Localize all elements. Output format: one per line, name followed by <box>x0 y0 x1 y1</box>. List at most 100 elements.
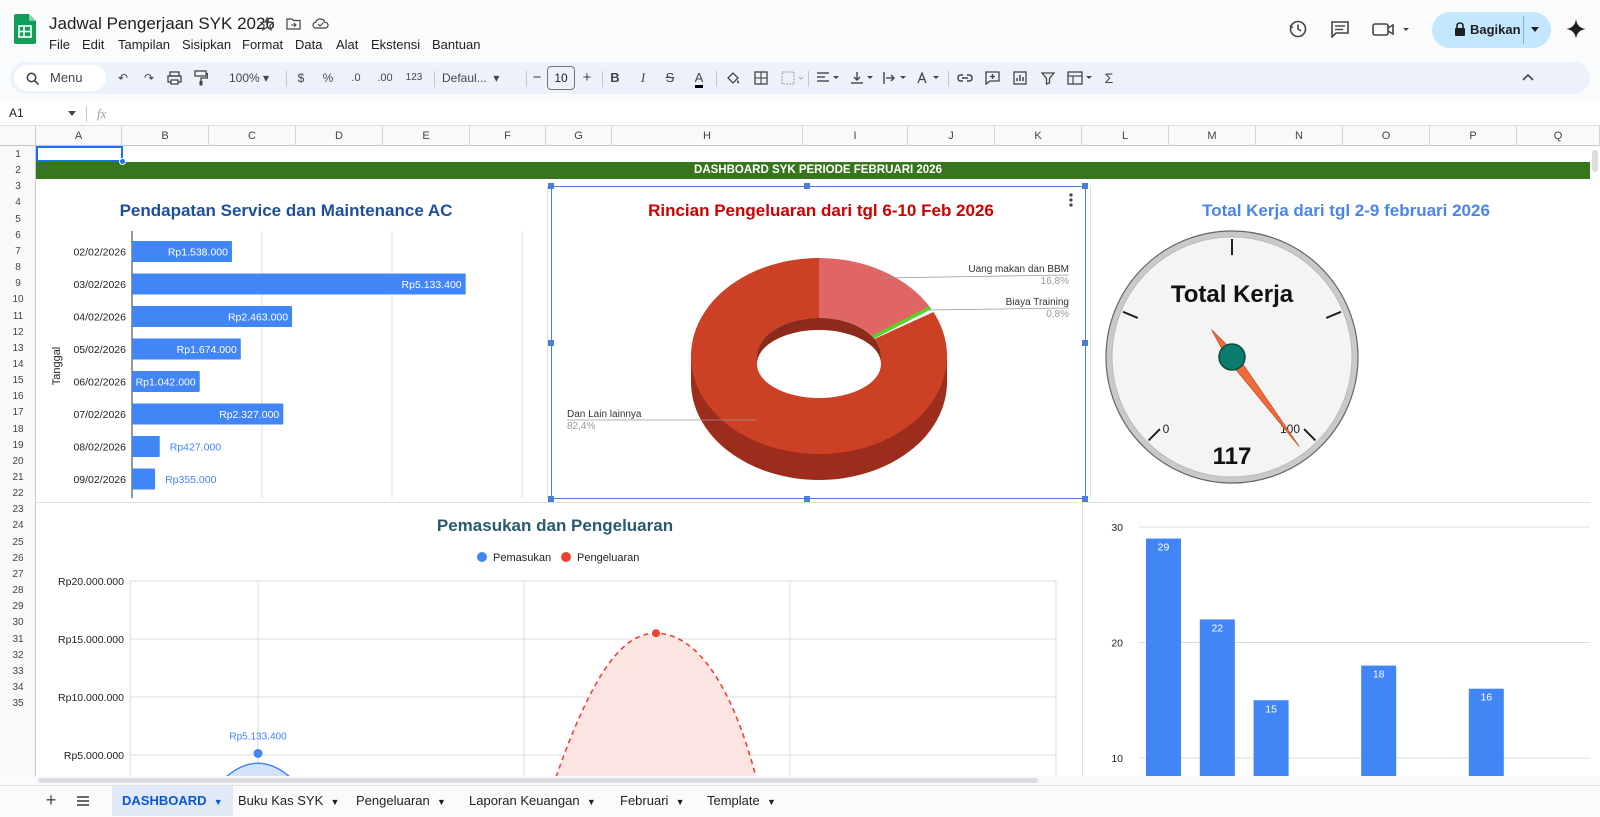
sheets-logo-icon[interactable] <box>14 14 36 44</box>
filter-views-icon[interactable] <box>1067 71 1095 85</box>
chevron-down-icon[interactable] <box>1530 26 1540 34</box>
row-header[interactable]: 12 <box>0 325 36 341</box>
row-header[interactable]: 16 <box>0 389 36 405</box>
resize-handle[interactable] <box>804 183 810 189</box>
doc-title[interactable]: Jadwal Pengerjaan SYK 2026 <box>49 14 275 34</box>
text-rotation-icon[interactable] <box>916 71 942 85</box>
fill-handle[interactable] <box>119 158 126 165</box>
row-header[interactable]: 7 <box>0 244 36 260</box>
sheet-tab-februari[interactable]: Februari ▼ <box>610 786 695 816</box>
row-header[interactable]: 20 <box>0 454 36 470</box>
font-size-increase-button[interactable]: + <box>580 62 594 94</box>
row-header[interactable]: 11 <box>0 309 36 325</box>
vertical-bar-chart[interactable]: 30 20 10 29 22 15 18 16 <box>1082 502 1600 776</box>
select-all-corner[interactable] <box>0 126 36 146</box>
column-header-a[interactable]: A <box>36 126 122 146</box>
sheet-tab-laporan-keuangan[interactable]: Laporan Keuangan ▼ <box>459 786 606 816</box>
menu-sisipkan[interactable]: Sisipkan <box>182 37 231 52</box>
column-header-n[interactable]: N <box>1256 126 1343 146</box>
row-header[interactable]: 13 <box>0 341 36 357</box>
text-wrapping-icon[interactable] <box>883 71 909 85</box>
paint-format-icon[interactable] <box>194 70 208 86</box>
resize-handle[interactable] <box>548 340 554 346</box>
active-cell-a1[interactable] <box>36 146 123 162</box>
row-header[interactable]: 9 <box>0 276 36 292</box>
menu-ekstensi[interactable]: Ekstensi <box>371 37 420 52</box>
font-family-select[interactable]: Defaul... ▾ <box>442 62 522 94</box>
column-header-p[interactable]: P <box>1430 126 1517 146</box>
name-box[interactable]: A1 <box>9 106 24 120</box>
sheet-tab-template[interactable]: Template ▼ <box>697 786 786 816</box>
row-header[interactable]: 2 <box>0 163 36 179</box>
star-icon[interactable] <box>260 17 274 31</box>
row-header[interactable]: 21 <box>0 470 36 486</box>
sheet-grid[interactable]: DASHBOARD SYK PERIODE FEBRUARI 2026 Pend… <box>36 146 1600 776</box>
zoom-select[interactable]: 100% ▾ <box>220 62 278 94</box>
row-header[interactable]: 18 <box>0 422 36 438</box>
fill-color-icon[interactable] <box>725 70 741 86</box>
horizontal-align-icon[interactable] <box>816 71 842 85</box>
row-header[interactable]: 26 <box>0 551 36 567</box>
search-menus-button[interactable]: Menu <box>14 65 106 91</box>
row-header[interactable]: 22 <box>0 486 36 502</box>
menu-tampilan[interactable]: Tampilan <box>118 37 170 52</box>
row-header[interactable]: 34 <box>0 680 36 696</box>
more-formats-button[interactable]: 123 <box>402 62 426 94</box>
text-color-button[interactable]: A <box>690 62 708 94</box>
comments-icon[interactable] <box>1330 20 1350 38</box>
column-header-o[interactable]: O <box>1343 126 1430 146</box>
bold-button[interactable]: B <box>608 62 622 94</box>
row-header[interactable]: 25 <box>0 535 36 551</box>
insert-chart-icon[interactable] <box>1013 71 1027 85</box>
filter-icon[interactable] <box>1041 71 1055 85</box>
strikethrough-button[interactable]: S <box>663 62 677 94</box>
resize-handle[interactable] <box>1082 340 1088 346</box>
currency-format-button[interactable]: $ <box>294 62 308 94</box>
name-box-dropdown-icon[interactable] <box>68 111 76 117</box>
history-icon[interactable] <box>1288 19 1308 39</box>
row-header[interactable]: 8 <box>0 260 36 276</box>
column-header-j[interactable]: J <box>908 126 995 146</box>
formula-input[interactable] <box>124 106 1524 122</box>
resize-handle[interactable] <box>548 183 554 189</box>
sheet-tab-pengeluaran[interactable]: Pengeluaran ▼ <box>346 786 456 816</box>
menu-data[interactable]: Data <box>295 37 322 52</box>
column-header-f[interactable]: F <box>470 126 546 146</box>
column-header-e[interactable]: E <box>383 126 470 146</box>
vertical-scrollbar-thumb[interactable] <box>1592 150 1598 172</box>
cloud-saved-icon[interactable] <box>312 17 329 30</box>
undo-icon[interactable]: ↶ <box>114 62 132 94</box>
row-header[interactable]: 27 <box>0 567 36 583</box>
gemini-spark-icon[interactable] <box>1566 19 1586 39</box>
column-header-k[interactable]: K <box>995 126 1082 146</box>
add-sheet-button[interactable]: + <box>40 790 62 812</box>
row-header[interactable]: 15 <box>0 373 36 389</box>
row-header[interactable]: 19 <box>0 438 36 454</box>
column-header-q[interactable]: Q <box>1517 126 1600 146</box>
decrease-decimal-button[interactable]: .0 <box>346 62 366 94</box>
column-header-d[interactable]: D <box>296 126 383 146</box>
insert-link-icon[interactable] <box>957 72 973 84</box>
row-header[interactable]: 6 <box>0 228 36 244</box>
row-header[interactable]: 5 <box>0 212 36 228</box>
row-header[interactable]: 35 <box>0 696 36 712</box>
merge-cells-icon[interactable] <box>781 71 805 85</box>
row-header[interactable]: 31 <box>0 632 36 648</box>
menu-edit[interactable]: Edit <box>82 37 104 52</box>
column-header-l[interactable]: L <box>1082 126 1169 146</box>
row-header[interactable]: 17 <box>0 405 36 421</box>
font-size-input[interactable]: 10 <box>547 66 575 90</box>
column-header-b[interactable]: B <box>122 126 209 146</box>
row-header[interactable]: 33 <box>0 664 36 680</box>
all-sheets-menu-icon[interactable] <box>76 795 90 807</box>
vertical-align-icon[interactable] <box>850 71 876 85</box>
row-header[interactable]: 10 <box>0 292 36 308</box>
sheet-tab-dashboard[interactable]: DASHBOARD ▼ <box>112 786 233 816</box>
share-button[interactable]: Bagikan <box>1432 12 1551 48</box>
chart-more-options-icon[interactable] <box>1068 192 1074 208</box>
column-header-c[interactable]: C <box>209 126 296 146</box>
column-header-g[interactable]: G <box>546 126 612 146</box>
row-header[interactable]: 24 <box>0 518 36 534</box>
expense-donut-chart[interactable]: Rincian Pengeluaran dari tgl 6-10 Feb 20… <box>551 186 1086 498</box>
menu-bantuan[interactable]: Bantuan <box>432 37 480 52</box>
